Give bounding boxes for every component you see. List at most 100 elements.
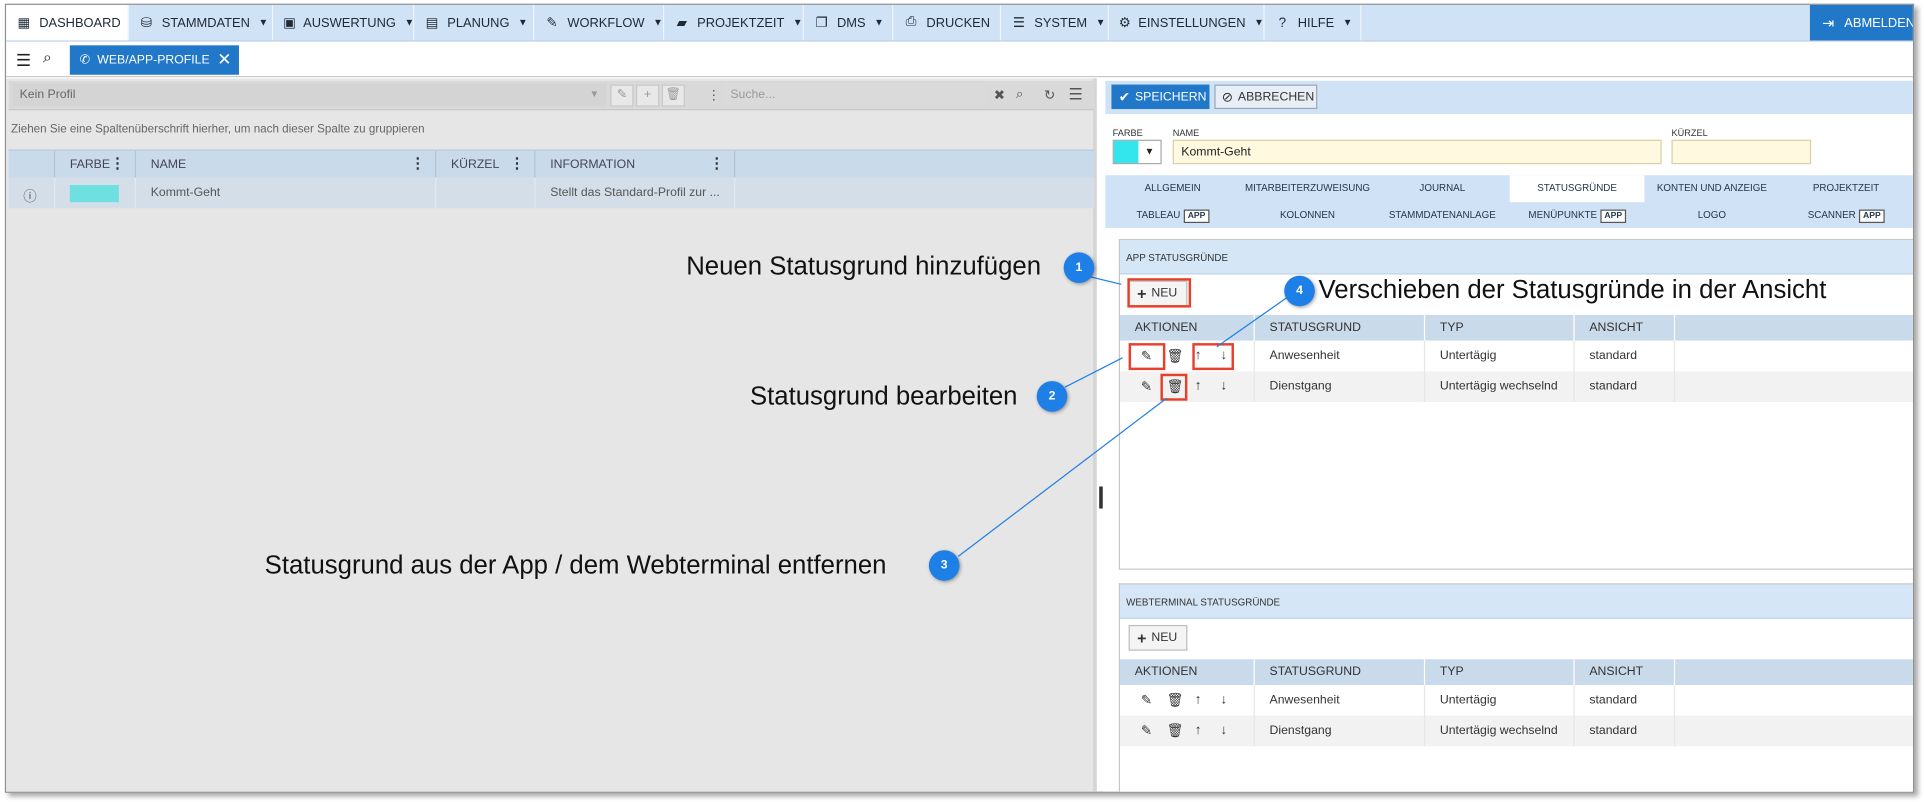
app-window: ▦ DASHBOARD ⛁ STAMMDATEN ▼ ▣ AUSWERTUNG ▼ ▤ PL… bbox=[0, 0, 1924, 802]
arrow-down-icon[interactable]: ↓ bbox=[1220, 723, 1227, 738]
app-table-header: AKTIONEN STATUSGRUND TYP ANSICHT bbox=[1120, 314, 1913, 341]
column-menu-icon[interactable]: ⋮ bbox=[710, 154, 725, 171]
section-title: APP STATUSGRÜNDE bbox=[1120, 240, 1913, 275]
row-name: Kommt-Geht bbox=[136, 177, 437, 209]
row-statusgrund: Anwesenheit bbox=[1255, 684, 1426, 716]
tab-scanner[interactable]: SCANNER APP bbox=[1779, 202, 1913, 229]
gear-icon: ⚙ bbox=[1118, 15, 1131, 31]
trash-icon[interactable]: 🗑 bbox=[1167, 723, 1184, 739]
chevron-down-icon: ▼ bbox=[874, 17, 884, 29]
search-input[interactable]: Suche... bbox=[722, 83, 987, 107]
table-row[interactable]: ✎ 🗑 ↑ ↓ Anwesenheit Untertägig standard bbox=[1120, 684, 1913, 716]
col-name[interactable]: NAME ⋮ bbox=[136, 150, 437, 178]
chevron-down-icon: ▼ bbox=[1144, 145, 1155, 157]
column-menu-icon[interactable]: ⋮ bbox=[510, 154, 525, 171]
tab-menuepunkte[interactable]: MENÜPUNKTE APP bbox=[1510, 202, 1645, 229]
arrow-up-icon[interactable]: ↑ bbox=[1195, 723, 1202, 738]
table-row[interactable]: ✎ 🗑 ↑ ↓ Anwesenheit Untertägig standard bbox=[1120, 340, 1913, 372]
column-menu-icon[interactable]: ⋮ bbox=[411, 154, 426, 171]
arrow-down-icon[interactable]: ↓ bbox=[1220, 379, 1227, 394]
arrow-up-icon[interactable]: ↑ bbox=[1195, 692, 1202, 707]
tab-projektzeit[interactable]: PROJEKTZEIT bbox=[1779, 175, 1913, 202]
col-farbe[interactable]: FARBE ⋮ bbox=[55, 150, 137, 178]
chevron-down-icon: ▼ bbox=[518, 17, 528, 29]
question-icon: ? bbox=[1278, 15, 1287, 31]
menu-auswertung[interactable]: ▣ AUSWERTUNG ▼ bbox=[273, 4, 415, 41]
tab-tableau[interactable]: TABLEAU APP bbox=[1105, 202, 1240, 229]
row-actions: ✎ 🗑 ↑ ↓ bbox=[1120, 715, 1255, 747]
save-button[interactable]: ✔ SPEICHERN bbox=[1111, 84, 1210, 110]
section-title: WEBTERMINAL STATUSGRÜNDE bbox=[1120, 584, 1913, 619]
col-information[interactable]: INFORMATION ⋮ bbox=[535, 150, 736, 178]
close-tab-icon[interactable]: ✕ bbox=[217, 49, 231, 70]
edit-pencil-icon[interactable]: ✎ bbox=[1141, 692, 1152, 709]
ban-icon: ⊘ bbox=[1221, 90, 1234, 105]
edit-pencil-icon[interactable]: ✎ bbox=[1141, 723, 1152, 739]
edit-profile-button[interactable]: ✎ bbox=[610, 84, 634, 107]
profile-select[interactable]: Kein Profil ▼ bbox=[12, 83, 607, 107]
row-ansicht: standard bbox=[1575, 371, 1676, 402]
trash-icon[interactable]: 🗑 bbox=[1167, 348, 1184, 364]
calendar-icon: ▤ bbox=[425, 15, 439, 31]
chevron-down-icon: ▼ bbox=[404, 17, 415, 29]
add-profile-button[interactable]: + bbox=[635, 84, 660, 107]
briefcase-icon: ▰ bbox=[676, 15, 688, 31]
menu-drucken[interactable]: ⎙ DRUCKEN bbox=[893, 4, 1002, 41]
table-row[interactable]: ✎ 🗑 ↑ ↓ Dienstgang Untertägig wechselnd … bbox=[1120, 371, 1913, 402]
table-row[interactable]: ⓘ Kommt-Geht Stellt das Standard-Profil … bbox=[8, 177, 1095, 209]
menu-workflow[interactable]: ✎ WORKFLOW ▼ bbox=[534, 4, 665, 41]
tab-web-app-profile[interactable]: ✆ WEB/APP-PROFILE ✕ bbox=[69, 45, 239, 75]
screenshot-stage: ▦ DASHBOARD ⛁ STAMMDATEN ▼ ▣ AUSWERTUNG ▼ ▤ PL… bbox=[0, 0, 1924, 802]
menu-einstellungen[interactable]: ⚙ EINSTELLUNGEN ▼ bbox=[1109, 4, 1265, 41]
tab-konten-und-anzeige[interactable]: KONTEN UND ANZEIGE bbox=[1644, 175, 1779, 202]
tab-journal[interactable]: JOURNAL bbox=[1375, 175, 1510, 202]
col-ansicht: ANSICHT bbox=[1575, 314, 1676, 341]
tab-row: ☰ ⌕ ✆ WEB/APP-PROFILE ✕ bbox=[6, 41, 1913, 78]
delete-profile-button[interactable]: 🗑 bbox=[661, 84, 685, 107]
tab-allgemein[interactable]: ALLGEMEIN bbox=[1105, 175, 1240, 202]
tab-logo[interactable]: LOGO bbox=[1644, 202, 1779, 229]
callout-badge-3: 3 bbox=[928, 550, 960, 581]
kuerzel-field[interactable] bbox=[1671, 139, 1812, 165]
edit-pencil-icon[interactable]: ✎ bbox=[1141, 379, 1152, 395]
menu-planung[interactable]: ▤ PLANUNG ▼ bbox=[414, 4, 535, 41]
color-picker[interactable]: ▼ bbox=[1112, 139, 1162, 165]
refresh-icon[interactable]: ↻ bbox=[1044, 87, 1055, 103]
menu-system[interactable]: ☰ SYSTEM ▼ bbox=[1001, 4, 1109, 41]
kebab-icon[interactable]: ⋮ bbox=[707, 87, 720, 103]
highlight-edit-icon bbox=[1128, 343, 1166, 371]
table-row[interactable]: ✎ 🗑 ↑ ↓ Dienstgang Untertägig wechselnd … bbox=[1120, 715, 1913, 747]
col-ansicht: ANSICHT bbox=[1575, 659, 1676, 685]
arrow-down-icon[interactable]: ↓ bbox=[1220, 692, 1227, 707]
copy-icon: ❐ bbox=[815, 15, 828, 31]
menu-projektzeit[interactable]: ▰ PROJEKTZEIT ▼ bbox=[664, 4, 804, 41]
new-web-status-button[interactable]: + NEU bbox=[1128, 624, 1188, 651]
chevron-down-icon: ▼ bbox=[1095, 17, 1106, 29]
cancel-button[interactable]: ⊘ ABBRECHEN bbox=[1214, 84, 1318, 110]
kuerzel-label: KÜRZEL bbox=[1671, 127, 1708, 139]
column-menu-icon[interactable]: ⋮ bbox=[110, 154, 125, 171]
name-field[interactable]: Kommt-Geht bbox=[1172, 139, 1662, 165]
menu-dashboard[interactable]: ▦ DASHBOARD bbox=[6, 4, 129, 41]
tab-statusgruende[interactable]: STATUSGRÜNDE bbox=[1509, 175, 1645, 203]
logout-button[interactable]: ⇥ ABMELDEN bbox=[1809, 4, 1913, 41]
menu-dms[interactable]: ❐ DMS ▼ bbox=[804, 4, 894, 41]
menu-stammdaten[interactable]: ⛁ STAMMDATEN ▼ bbox=[129, 4, 274, 41]
chevron-down-icon: ▼ bbox=[792, 17, 803, 29]
search-icon[interactable]: ⌕ bbox=[43, 48, 52, 68]
hamburger-menu-icon[interactable]: ☰ bbox=[16, 50, 31, 71]
list-menu-icon[interactable]: ☰ bbox=[1069, 85, 1083, 105]
main-menu-bar: ▦ DASHBOARD ⛁ STAMMDATEN ▼ ▣ AUSWERTUNG ▼ ▤ PL… bbox=[6, 4, 1913, 42]
clear-icon[interactable]: ✖ bbox=[994, 87, 1005, 103]
col-kuerzel[interactable]: KÜRZEL ⋮ bbox=[436, 150, 536, 178]
trash-icon[interactable]: 🗑 bbox=[1167, 692, 1184, 709]
highlight-trash-icon bbox=[1160, 373, 1188, 401]
arrow-up-icon[interactable]: ↑ bbox=[1195, 379, 1202, 394]
tab-kolonnen[interactable]: KOLONNEN bbox=[1240, 202, 1375, 229]
tab-mitarbeiterzuweisung[interactable]: MITARBEITERZUWEISUNG bbox=[1240, 175, 1375, 202]
tab-stammdatenanlage[interactable]: STAMMDATENANLAGE bbox=[1375, 202, 1510, 229]
info-icon[interactable]: ⓘ bbox=[9, 177, 56, 209]
menu-hilfe[interactable]: ? HILFE ▼ bbox=[1265, 4, 1362, 41]
search-icon[interactable]: ⌕ bbox=[1016, 87, 1024, 103]
row-kuerzel bbox=[436, 177, 536, 209]
